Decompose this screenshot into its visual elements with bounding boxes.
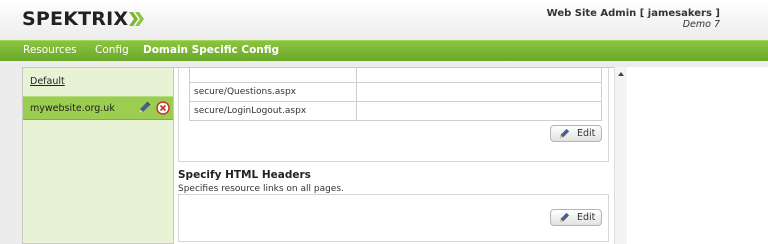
nav-domain-specific-config[interactable]: Domain Specific Config xyxy=(143,44,279,56)
right-blank-pane xyxy=(627,67,768,244)
resource-path: secure/Questions.aspx xyxy=(189,82,357,102)
user-info: Web Site Admin [ jamesakers ] Demo 7 xyxy=(547,8,720,30)
html-headers-title: Specify HTML Headers xyxy=(178,169,311,181)
delete-icon[interactable] xyxy=(156,101,170,115)
edit-pencil-icon xyxy=(559,212,570,223)
environment-name: Demo 7 xyxy=(682,19,720,30)
resources-table: secure/Questions.aspx secure/LoginLogout… xyxy=(189,68,602,121)
nav-config[interactable]: Config xyxy=(95,44,129,56)
table-row: secure/Questions.aspx xyxy=(189,82,602,102)
table-row xyxy=(189,68,602,83)
table-row: secure/LoginLogout.aspx xyxy=(189,101,602,121)
logo-text: SPEKTRIX xyxy=(22,8,129,30)
table-cell xyxy=(356,68,602,83)
nav-resources[interactable]: Resources xyxy=(23,44,77,56)
sidebar-item-label: mywebsite.org.uk xyxy=(30,103,115,114)
spektrix-logo[interactable]: SPEKTRIX xyxy=(22,7,147,31)
resource-value xyxy=(356,82,602,102)
logo-chevrons-icon xyxy=(129,12,145,26)
scroll-up-arrow-icon[interactable] xyxy=(618,72,624,76)
edit-html-headers-button[interactable]: Edit xyxy=(550,209,602,226)
resource-path: secure/LoginLogout.aspx xyxy=(189,101,357,121)
sidebar-item-default[interactable]: Default xyxy=(30,76,180,87)
table-cell xyxy=(189,68,357,83)
html-headers-description: Specifies resource links on all pages. xyxy=(178,184,344,194)
resource-value xyxy=(356,101,602,121)
resources-box: secure/Questions.aspx secure/LoginLogout… xyxy=(178,68,609,162)
edit-resources-button[interactable]: Edit xyxy=(550,125,602,142)
edit-pencil-icon xyxy=(559,128,570,139)
main-scrollbar[interactable] xyxy=(614,67,627,244)
sidebar-item-mywebsite[interactable]: mywebsite.org.uk xyxy=(23,96,173,120)
html-headers-box: Edit xyxy=(178,194,609,242)
domain-sidebar: Default mywebsite.org.uk xyxy=(22,67,174,244)
config-main-panel: secure/Questions.aspx secure/LoginLogout… xyxy=(174,67,614,244)
main-nav: Resources Config Domain Specific Config xyxy=(0,40,768,61)
edit-button-label: Edit xyxy=(577,212,596,223)
edit-pencil-icon[interactable] xyxy=(137,101,151,115)
user-name[interactable]: Web Site Admin [ jamesakers ] xyxy=(547,8,720,19)
app-header: SPEKTRIX Web Site Admin [ jamesakers ] D… xyxy=(0,0,768,40)
edit-button-label: Edit xyxy=(577,128,596,139)
